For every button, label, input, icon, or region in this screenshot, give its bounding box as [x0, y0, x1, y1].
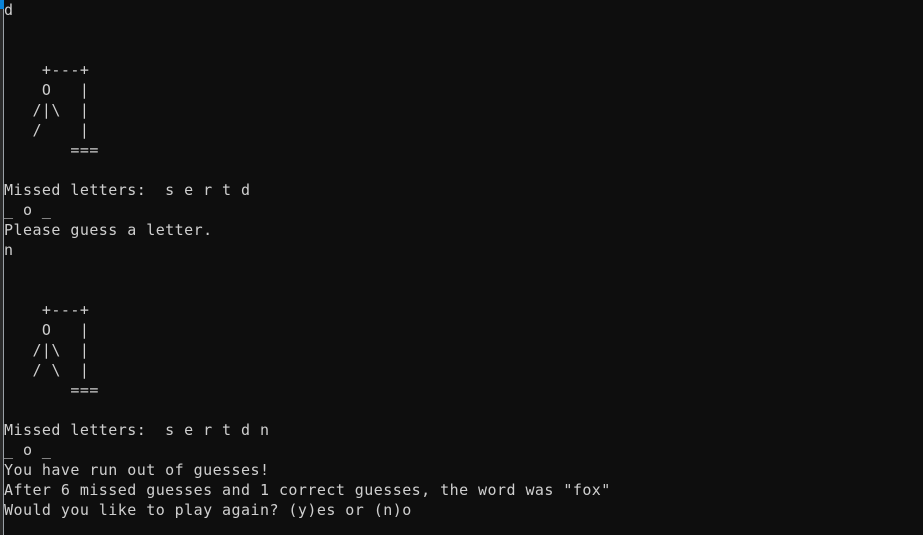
terminal-window[interactable]: d +---+ O | /|\ | / | === Missed letters… [0, 0, 923, 535]
console-output-text: d +---+ O | /|\ | / | === Missed letters… [4, 1, 611, 519]
